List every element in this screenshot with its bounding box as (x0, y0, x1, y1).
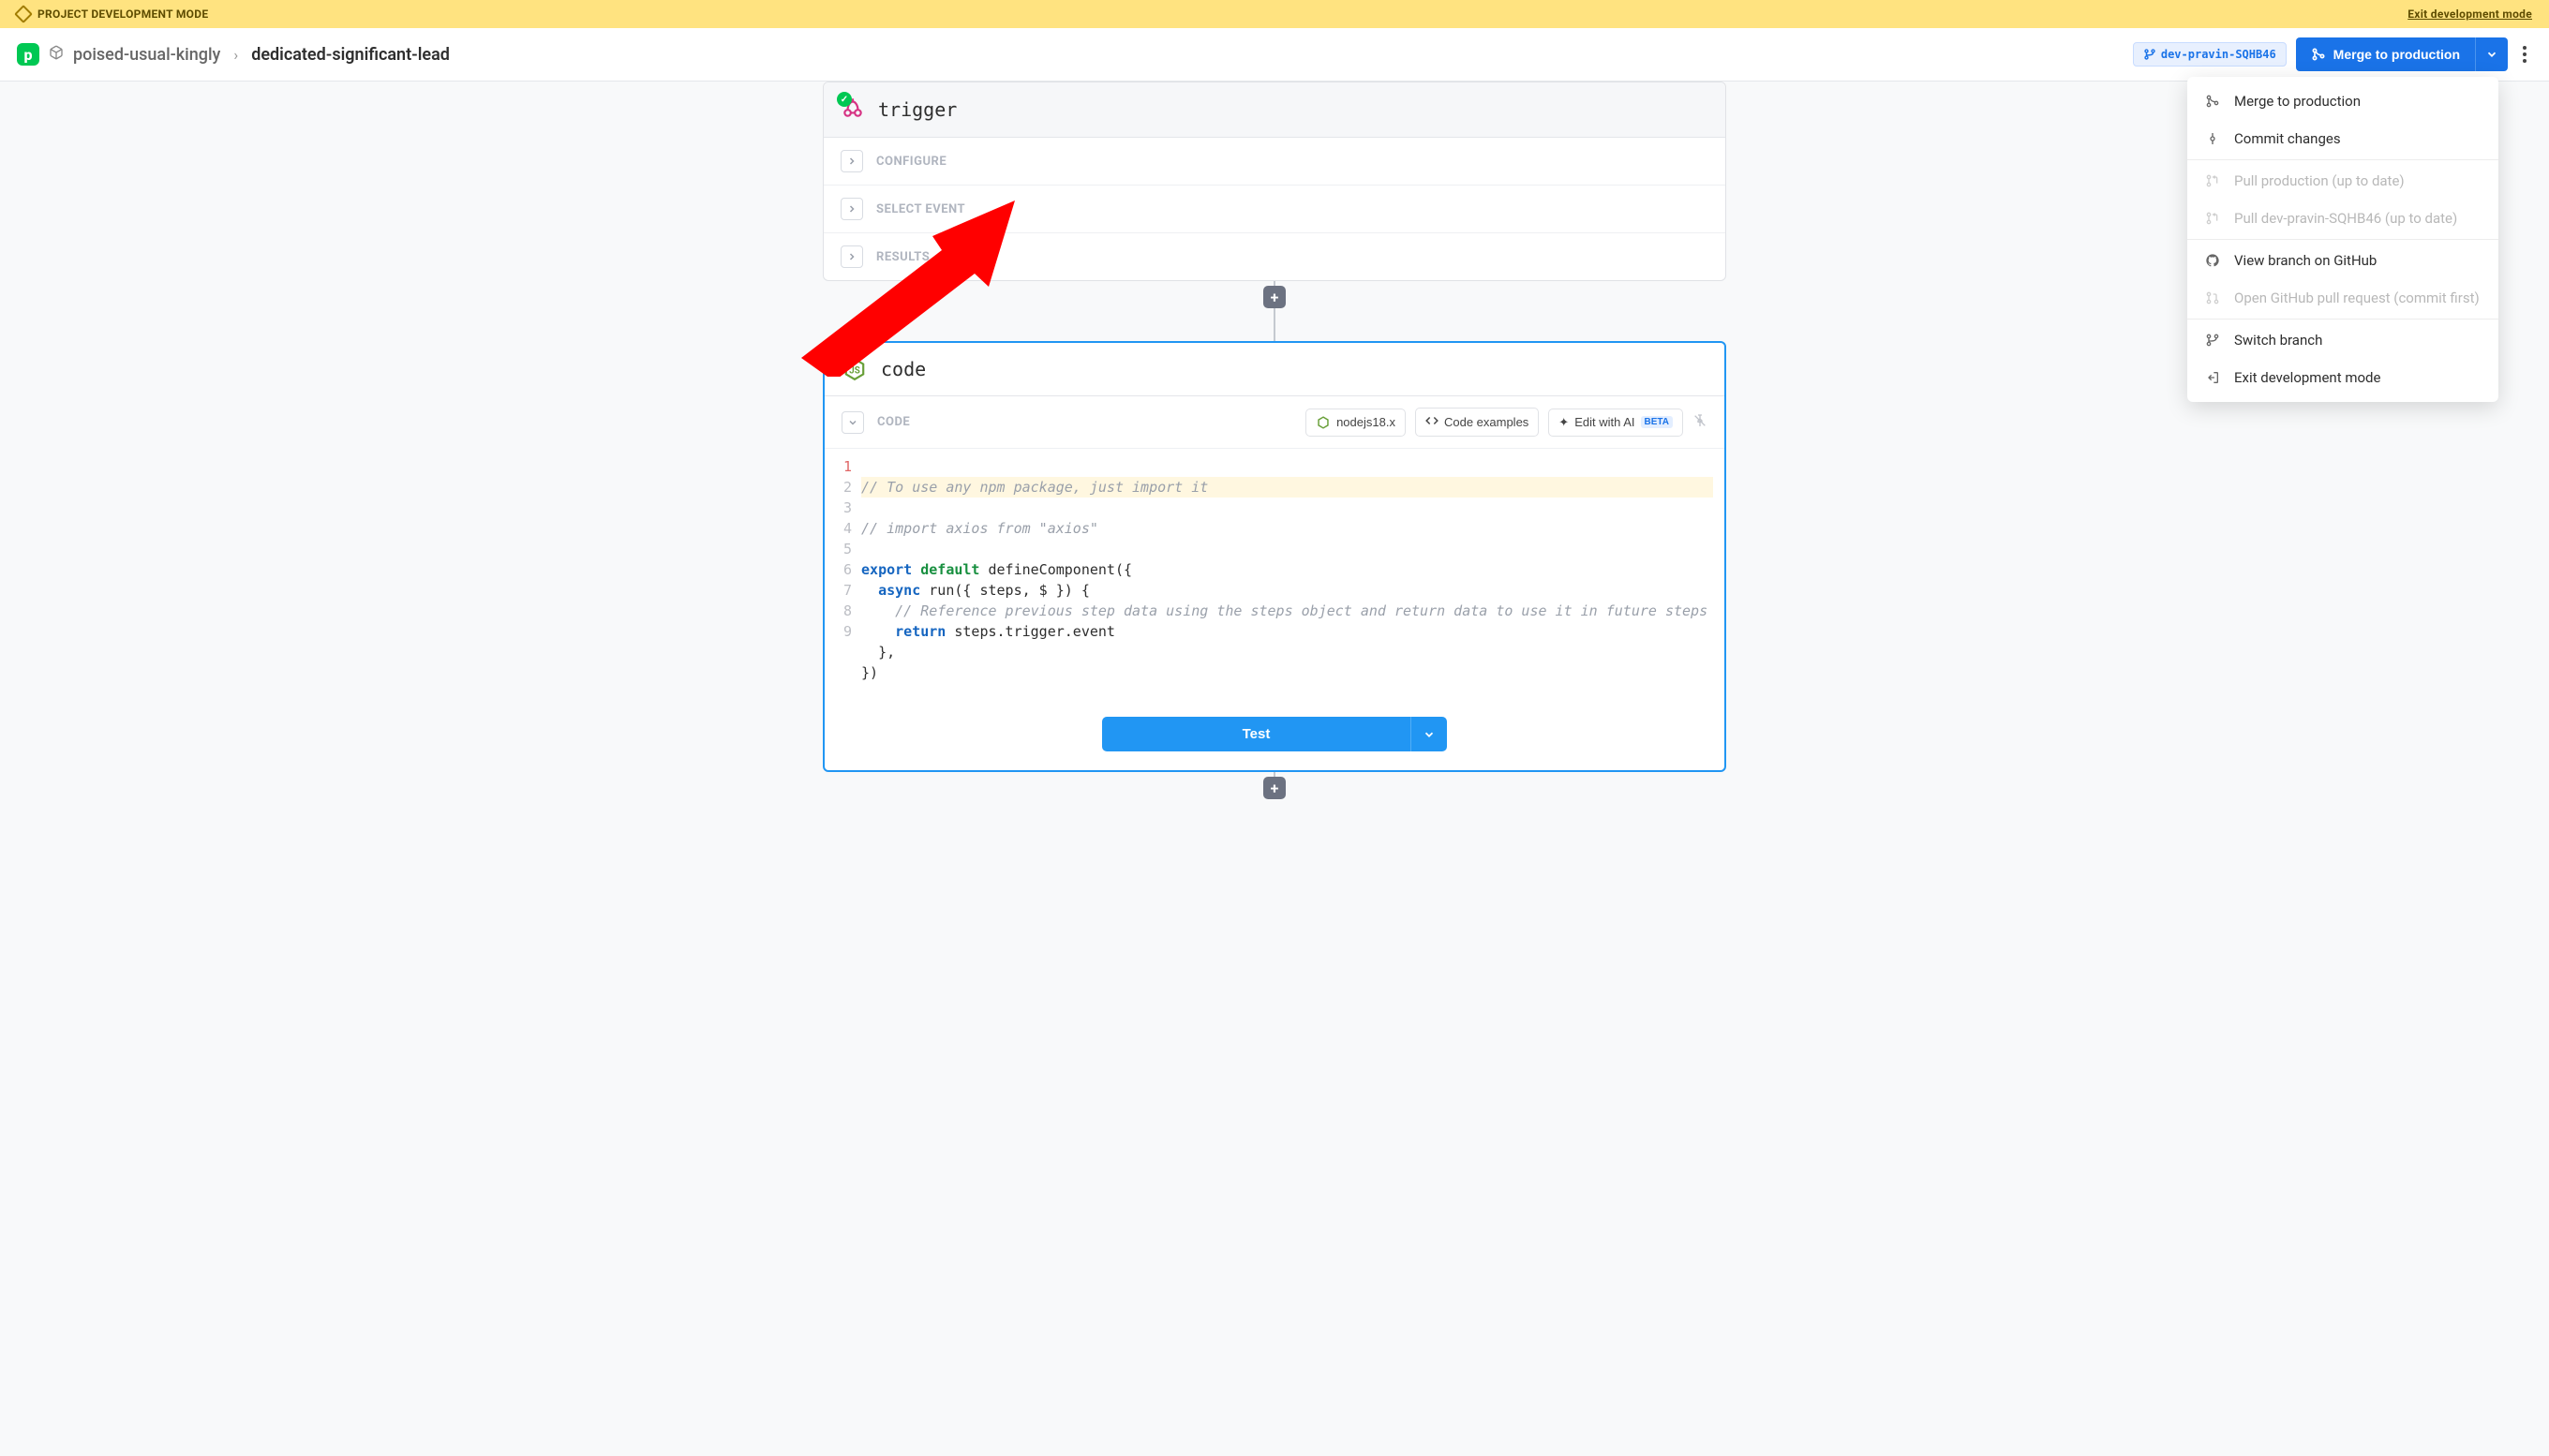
merge-button[interactable]: Merge to production (2296, 37, 2475, 71)
merge-dropdown-menu: Merge to production Commit changes Pull … (2187, 77, 2498, 402)
collapse-button[interactable] (842, 411, 864, 434)
runtime-selector[interactable]: nodejs18.x (1305, 409, 1406, 437)
trigger-results-section[interactable]: RESULTS (824, 233, 1725, 280)
pull-icon (2204, 211, 2221, 226)
app-logo[interactable]: p (17, 43, 39, 66)
trigger-step-header[interactable]: ✓ trigger (824, 82, 1725, 138)
exit-dev-mode-link[interactable]: Exit development mode (2407, 7, 2532, 21)
code-step-header[interactable]: JS code (825, 343, 1724, 396)
dev-mode-banner: PROJECT DEVELOPMENT MODE Exit developmen… (0, 0, 2549, 28)
exit-icon (2204, 370, 2221, 385)
pr-icon (2204, 290, 2221, 305)
branch-icon (2204, 333, 2221, 348)
sparkle-icon: ✦ (1558, 415, 1569, 430)
dropdown-item-view-github[interactable]: View branch on GitHub (2187, 242, 2498, 279)
github-icon (2204, 253, 2221, 268)
project-icon (49, 45, 64, 64)
breadcrumb-workflow[interactable]: dedicated-significant-lead (251, 45, 450, 65)
code-step-title: code (881, 358, 926, 380)
code-section-label: CODE (877, 415, 910, 429)
code-content[interactable]: // To use any npm package, just import i… (861, 456, 1724, 683)
nodejs-icon: JS (842, 356, 868, 382)
dev-mode-label: PROJECT DEVELOPMENT MODE (37, 7, 208, 21)
more-menu-button[interactable] (2517, 42, 2532, 67)
workflow-canvas: ✓ trigger CONFIGURE SELECT EVENT RESULTS (0, 82, 2549, 834)
step-connector: + (1263, 772, 1286, 796)
trigger-icon: ✓ (841, 96, 865, 124)
edit-with-ai-button[interactable]: ✦ Edit with AI BETA (1548, 409, 1683, 437)
line-gutter: 1 2 3 4 5 6 7 8 9 (825, 456, 861, 683)
breadcrumb-project[interactable]: poised-usual-kingly (73, 45, 220, 65)
trigger-configure-section[interactable]: CONFIGURE (824, 138, 1725, 186)
pin-icon[interactable] (1692, 413, 1707, 432)
merge-dropdown-toggle[interactable] (2475, 37, 2508, 71)
expand-button[interactable] (841, 198, 863, 220)
code-toolbar: CODE nodejs18.x Code examples ✦ (825, 396, 1724, 449)
add-step-button[interactable]: + (1263, 286, 1286, 308)
svg-text:JS: JS (849, 365, 859, 376)
check-icon: ✓ (837, 92, 852, 107)
test-bar: Test (825, 700, 1724, 770)
dropdown-item-open-pr: Open GitHub pull request (commit first) (2187, 279, 2498, 317)
dropdown-item-pull-branch: Pull dev-pravin-SQHB46 (up to date) (2187, 200, 2498, 237)
dropdown-item-switch-branch[interactable]: Switch branch (2187, 321, 2498, 359)
merge-icon (2204, 94, 2221, 109)
add-step-button[interactable]: + (1263, 777, 1286, 799)
trigger-title: trigger (878, 98, 957, 121)
dropdown-separator (2187, 159, 2498, 160)
nodejs-badge-icon (1316, 415, 1331, 430)
breadcrumb-separator: › (233, 46, 238, 64)
beta-badge: BETA (1641, 416, 1673, 428)
branch-badge[interactable]: dev-pravin-SQHB46 (2133, 42, 2287, 67)
trigger-step[interactable]: ✓ trigger CONFIGURE SELECT EVENT RESULTS (823, 82, 1726, 281)
dropdown-separator (2187, 239, 2498, 240)
expand-button[interactable] (841, 150, 863, 172)
diamond-icon (14, 5, 33, 23)
app-header: p poised-usual-kingly › dedicated-signif… (0, 28, 2549, 82)
code-icon (1425, 414, 1438, 430)
test-button[interactable]: Test (1102, 717, 1411, 751)
dropdown-item-commit[interactable]: Commit changes (2187, 120, 2498, 157)
expand-button[interactable] (841, 245, 863, 268)
trigger-select-event-section[interactable]: SELECT EVENT (824, 186, 1725, 233)
code-editor[interactable]: 1 2 3 4 5 6 7 8 9 // To use any npm pack… (825, 449, 1724, 700)
dropdown-item-exit-dev[interactable]: Exit development mode (2187, 359, 2498, 396)
dropdown-item-merge[interactable]: Merge to production (2187, 82, 2498, 120)
merge-button-label: Merge to production (2333, 47, 2460, 62)
branch-name: dev-pravin-SQHB46 (2161, 48, 2276, 61)
step-connector: + (1263, 281, 1286, 313)
test-dropdown-toggle[interactable] (1410, 717, 1447, 751)
code-step[interactable]: JS code CODE nodejs18.x (823, 341, 1726, 772)
pull-icon (2204, 173, 2221, 188)
code-examples-button[interactable]: Code examples (1415, 408, 1539, 437)
dropdown-item-pull-prod: Pull production (up to date) (2187, 162, 2498, 200)
commit-icon (2204, 131, 2221, 146)
